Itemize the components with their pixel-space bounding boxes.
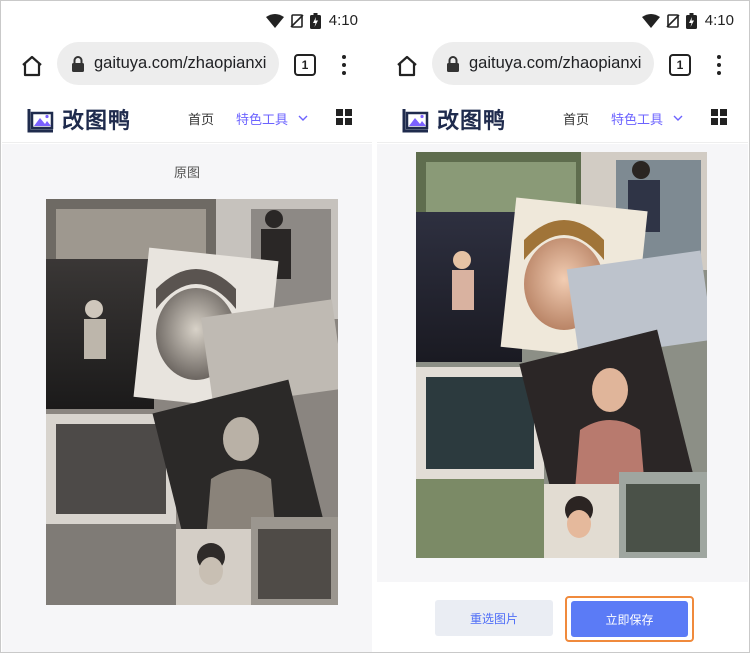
phone-screen-colorized: 4:10 gaituya.com/zhaopianxi 1 改图鸭 首页 特色工… — [377, 2, 748, 652]
nav-tools-dropdown[interactable]: 特色工具 — [236, 109, 308, 128]
save-now-button[interactable]: 立即保存 — [571, 601, 688, 637]
screenshot-frame: 4:10 gaituya.com/zhaopianxi 1 改图鸭 首页 特色工… — [0, 0, 750, 653]
url-text: gaituya.com/zhaopianxi — [94, 54, 267, 72]
chevron-down-icon — [298, 115, 308, 121]
site-header: 改图鸭 首页 特色工具 — [377, 91, 748, 143]
nav-home-link[interactable]: 首页 — [188, 109, 214, 128]
more-options-icon[interactable] — [339, 52, 349, 78]
nav-tools-label: 特色工具 — [611, 113, 664, 128]
url-text: gaituya.com/zhaopianxi — [469, 54, 642, 72]
apps-grid-icon[interactable] — [711, 109, 727, 125]
address-bar[interactable]: gaituya.com/zhaopianxi — [432, 42, 654, 85]
logo-text: 改图鸭 — [62, 109, 132, 134]
site-header: 改图鸭 首页 特色工具 — [2, 91, 372, 143]
logo-text: 改图鸭 — [437, 109, 507, 134]
phone-screen-original: 4:10 gaituya.com/zhaopianxi 1 改图鸭 首页 特色工… — [2, 2, 372, 652]
nav-home-link[interactable]: 首页 — [563, 109, 589, 128]
address-bar[interactable]: gaituya.com/zhaopianxi — [57, 42, 279, 85]
more-options-icon[interactable] — [714, 52, 724, 78]
tab-switcher-button[interactable]: 1 — [669, 54, 691, 76]
wifi-icon — [265, 13, 284, 28]
logo-mark-icon — [27, 109, 54, 133]
browser-toolbar: gaituya.com/zhaopianxi 1 — [377, 42, 748, 88]
original-photo — [46, 199, 338, 605]
battery-charging-icon — [685, 12, 697, 29]
apps-grid-icon[interactable] — [336, 109, 352, 125]
logo-mark-icon — [402, 109, 429, 133]
status-time: 4:10 — [704, 12, 734, 29]
wifi-icon — [641, 13, 660, 28]
nav-tools-dropdown[interactable]: 特色工具 — [611, 109, 683, 128]
original-caption: 原图 — [173, 166, 200, 181]
status-bar: 4:10 — [2, 2, 372, 42]
no-signal-icon — [666, 13, 680, 28]
status-time: 4:10 — [328, 12, 358, 29]
lock-icon — [447, 55, 459, 72]
status-bar: 4:10 — [377, 2, 748, 42]
tab-switcher-button[interactable]: 1 — [294, 54, 316, 76]
colorized-photo-area: 重选图片 立即保存 — [377, 144, 748, 652]
original-photo-area: 原图 — [2, 144, 372, 652]
nav-tools-label: 特色工具 — [236, 113, 289, 128]
home-icon[interactable] — [395, 54, 419, 78]
site-logo[interactable]: 改图鸭 — [26, 103, 131, 135]
save-button-highlight: 立即保存 — [565, 596, 694, 642]
lock-icon — [72, 55, 84, 72]
chevron-down-icon — [673, 115, 683, 121]
colorized-photo — [416, 152, 707, 558]
browser-toolbar: gaituya.com/zhaopianxi 1 — [2, 42, 372, 88]
no-signal-icon — [290, 13, 304, 28]
site-logo[interactable]: 改图鸭 — [401, 103, 506, 135]
action-bar: 重选图片 立即保存 — [377, 582, 748, 652]
battery-charging-icon — [309, 12, 321, 29]
reselect-image-button[interactable]: 重选图片 — [435, 600, 553, 636]
home-icon[interactable] — [20, 54, 44, 78]
